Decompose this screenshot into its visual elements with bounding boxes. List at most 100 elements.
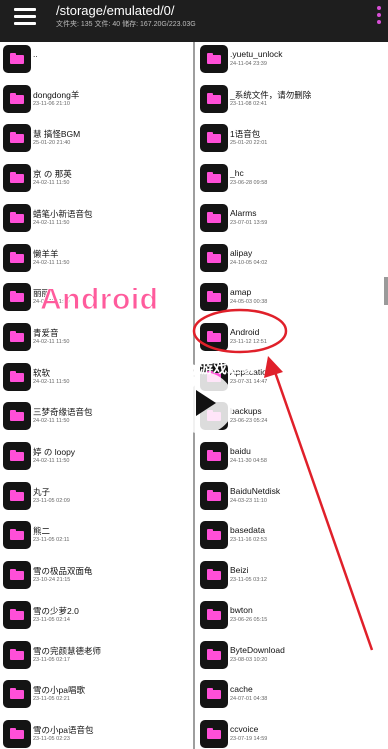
folder-date: 23-06-23 05:24 (230, 418, 268, 425)
more-vertical-icon[interactable] (376, 6, 382, 28)
folder-item[interactable]: 蜡笔小新语音包 24-02-11 11:50 (0, 202, 193, 242)
folder-item[interactable]: 熊二 23-11-05 02:11 (0, 519, 193, 559)
folder-item[interactable]: bwton 23-06-26 05:15 (195, 599, 388, 639)
storage-stats: 文件夹: 135 文件: 40 储存: 167.20G/223.03G (56, 21, 196, 28)
folder-item[interactable]: Beizi 23-11-05 03:12 (195, 559, 388, 599)
folder-icon (200, 322, 228, 351)
folder-name: 丸子 (33, 486, 51, 497)
folder-icon (200, 283, 228, 312)
folder-name: 1语音包 (230, 129, 261, 140)
current-path: /storage/emulated/0/ (56, 3, 175, 18)
folder-item[interactable]: 雪の小pa唱歌 23-11-05 02:21 (0, 678, 193, 718)
folder-date: 23-07-01 13:59 (230, 219, 268, 226)
folder-item[interactable]: 雪の极品双面龟 23-10-24 21:15 (0, 559, 193, 599)
folder-item[interactable]: 京 の 那英 24-02-11 11:50 (0, 162, 193, 202)
folder-item[interactable]: BaiduNetdisk 24-03-23 11:10 (195, 480, 388, 520)
folder-date: 23-10-24 21:15 (33, 577, 71, 584)
folder-name: 雪の完颜慧德老师 (33, 645, 102, 656)
folder-date: 24-10-05 04:02 (230, 259, 268, 266)
folder-item[interactable]: 丸子 23-11-05 02:09 (0, 480, 193, 520)
folder-icon (3, 322, 31, 351)
folder-item[interactable]: baidu 24-11-30 04:58 (195, 440, 388, 480)
folder-date: 24-02-11 11:50 (33, 338, 70, 345)
folder-name: 雪の极品双面龟 (33, 566, 93, 577)
folder-icon (3, 45, 31, 73)
folder-icon (3, 402, 31, 431)
folder-date: 23-11-12 12:51 (230, 338, 267, 345)
hamburger-menu-icon[interactable] (14, 8, 36, 28)
folder-icon (3, 124, 31, 153)
folder-icon (200, 521, 228, 550)
folder-icon (200, 600, 228, 629)
folder-item[interactable]: amap 24-05-03 00:38 (195, 281, 388, 321)
folder-name: .. (33, 49, 38, 59)
folder-item[interactable]: .. (0, 43, 193, 83)
folder-name: 蜡笔小新语音包 (33, 208, 93, 219)
folder-date: 23-11-06 21:10 (33, 100, 70, 107)
folder-date: 23-11-16 02:53 (230, 537, 267, 544)
folder-date: 24-02-11 11:50 (33, 259, 70, 266)
folder-date: 24-07-01 04:38 (230, 696, 268, 703)
folder-name: dongdong羊 (33, 89, 80, 100)
folder-item[interactable]: ByteDownload 23-08-03 10:20 (195, 639, 388, 679)
folder-icon (3, 680, 31, 709)
folder-item[interactable]: 三梦奇缘语音包 24-02-11 11:50 (0, 400, 193, 440)
folder-name: Android (230, 326, 260, 337)
folder-item[interactable]: .yuetu_unlock 24-11-04 23:39 (195, 43, 388, 83)
folder-date: 23-06-28 09:58 (230, 180, 268, 187)
folder-item[interactable]: Android 23-11-12 12:51 (195, 321, 388, 361)
folder-date: 25-01-20 22:01 (230, 140, 268, 147)
folder-icon (3, 600, 31, 629)
folder-icon (200, 442, 228, 470)
folder-name: bwton (230, 604, 253, 615)
folder-item[interactable]: cache 24-07-01 04:38 (195, 678, 388, 718)
folder-item[interactable]: 懒羊羊 24-02-11 11:50 (0, 242, 193, 282)
folder-date: 23-08-03 10:20 (230, 656, 268, 663)
folder-date: 24-02-11 11:50 (33, 180, 70, 187)
folder-item[interactable]: 1语音包 25-01-20 22:01 (195, 122, 388, 162)
folder-item[interactable]: 雪の完颜慧德老师 23-11-05 02:17 (0, 639, 193, 679)
folder-date: 24-02-11 11:50 (33, 378, 70, 385)
folder-item[interactable]: 雪の小pa语音包 23-11-05 02:23 (0, 718, 193, 749)
folder-date: 23-11-05 02:14 (33, 616, 70, 623)
folder-name: alipay (230, 247, 253, 258)
folder-item[interactable]: dongdong羊 23-11-06 21:10 (0, 83, 193, 123)
folder-item[interactable]: 青爱音 24-02-11 11:50 (0, 321, 193, 361)
folder-icon (3, 243, 31, 272)
folder-icon (3, 283, 31, 312)
folder-item[interactable]: alipay 24-10-05 04:02 (195, 242, 388, 282)
folder-name: backups (230, 406, 262, 417)
folder-name: basedata (230, 525, 265, 536)
folder-name: ByteDownload (230, 644, 285, 655)
folder-name: _系统文件，请勿删除 (230, 89, 312, 100)
folder-name: 雪の小pa语音包 (33, 724, 94, 735)
folder-item[interactable]: _hc 23-06-28 09:58 (195, 162, 388, 202)
folder-item[interactable]: basedata 23-11-16 02:53 (195, 519, 388, 559)
folder-icon (200, 561, 228, 590)
folder-icon (200, 680, 228, 709)
folder-icon (3, 481, 31, 510)
folder-date: 24-02-11 11:50 (33, 219, 70, 226)
folder-icon (200, 164, 228, 193)
folder-name: cache (230, 684, 253, 695)
folder-date: 25-01-20 21:40 (33, 140, 71, 147)
folder-name: 软软 (33, 367, 51, 378)
folder-date: 23-11-05 02:09 (33, 497, 70, 504)
folder-item[interactable]: 婷 の loopy 24-02-11 11:50 (0, 440, 193, 480)
folder-name: baidu (230, 446, 251, 456)
folder-item[interactable]: 雪の少萝2.0 23-11-05 02:14 (0, 599, 193, 639)
folder-name: 京 の 那英 (33, 169, 72, 180)
folder-icon (200, 84, 228, 113)
folder-name: 青爱音 (33, 327, 59, 338)
folder-date: 23-06-26 05:15 (230, 616, 268, 623)
folder-item[interactable]: 慧 搞怪BGM 25-01-20 21:40 (0, 122, 193, 162)
play-icon[interactable] (172, 372, 234, 434)
folder-item[interactable]: ccvoice 23-07-19 14:59 (195, 718, 388, 749)
folder-icon (200, 481, 228, 510)
folder-date: 23-11-05 02:21 (33, 696, 70, 703)
folder-name: BaiduNetdisk (230, 485, 281, 496)
folder-icon (3, 164, 31, 193)
folder-icon (200, 243, 228, 272)
folder-item[interactable]: Alarms 23-07-01 13:59 (195, 202, 388, 242)
folder-item[interactable]: _系统文件，请勿删除 23-11-08 02:41 (195, 83, 388, 123)
